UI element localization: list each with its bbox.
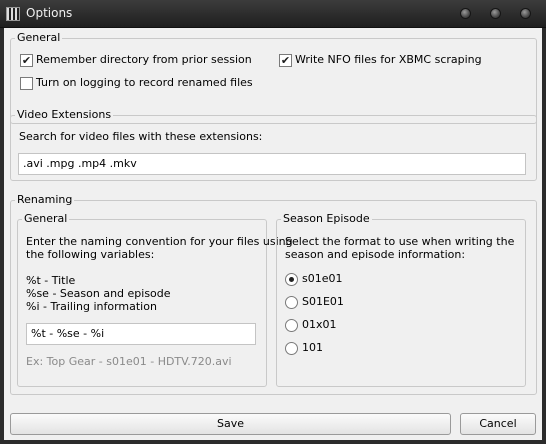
logging-checkbox[interactable]: Turn on logging to record renamed files [20,76,253,90]
season-episode-group: Season Episode Select the format to use … [276,212,526,387]
close-icon[interactable] [520,8,531,19]
logging-label: Turn on logging to record renamed files [36,76,253,89]
variable-trailing: %i - Trailing information [26,300,157,313]
radio-label: 101 [302,341,323,354]
radio-button[interactable] [285,318,298,332]
minimize-icon[interactable] [460,8,471,19]
checkbox-box[interactable]: ✔ [279,53,292,67]
radio-button[interactable] [285,272,298,286]
season-episode-legend: Season Episode [281,212,372,226]
radio-button[interactable] [285,341,298,355]
naming-general-legend: General [22,212,70,226]
renaming-group: Renaming General Enter the naming conven… [10,193,537,395]
naming-pattern-input[interactable]: %t - %se - %i [26,323,256,345]
naming-instructions-line2: the following variables: [26,248,155,261]
renaming-legend: Renaming [15,193,75,207]
radio-label: s01e01 [302,272,343,285]
radio-label: S01E01 [302,295,344,308]
checkbox-box[interactable]: ✔ [20,53,33,67]
season-instructions-line1: Select the format to use when writing th… [285,235,515,248]
write-nfo-label: Write NFO files for XBMC scraping [295,53,482,66]
write-nfo-checkbox[interactable]: ✔ Write NFO files for XBMC scraping [279,53,482,67]
video-extensions-prompt: Search for video files with these extens… [19,130,263,143]
video-extensions-input[interactable]: .avi .mpg .mp4 .mkv [18,153,526,175]
maximize-icon[interactable] [490,8,501,19]
check-icon: ✔ [21,53,32,67]
remember-directory-label: Remember directory from prior session [36,53,252,66]
video-extensions-group: Video Extensions Search for video files … [10,108,537,181]
naming-instructions-line1: Enter the naming convention for your fil… [26,235,293,248]
variable-title: %t - Title [26,274,76,287]
format-radio-01x01[interactable]: 01x01 [285,318,337,332]
video-extensions-legend: Video Extensions [15,108,114,122]
general-legend: General [15,31,63,45]
naming-general-group: General Enter the naming convention for … [17,212,293,387]
options-dialog: General ✔ Remember directory from prior … [4,28,542,440]
format-radio-s01e01[interactable]: s01e01 [285,272,343,286]
format-radio-101[interactable]: 101 [285,341,323,355]
format-radio-S01E01[interactable]: S01E01 [285,295,344,309]
window-title: Options [26,6,73,20]
remember-directory-checkbox[interactable]: ✔ Remember directory from prior session [20,53,252,67]
check-icon: ✔ [280,53,291,67]
radio-label: 01x01 [302,318,337,331]
title-bar: Options [0,0,546,28]
save-button[interactable]: Save [10,413,451,435]
cancel-button[interactable]: Cancel [460,413,536,435]
variable-season-episode: %se - Season and episode [26,287,171,300]
radio-button[interactable] [285,295,298,309]
season-instructions-line2: season and episode information: [285,248,466,261]
clapperboard-icon [6,7,20,21]
naming-example: Ex: Top Gear - s01e01 - HDTV.720.avi [26,355,232,368]
checkbox-box[interactable] [20,76,33,90]
